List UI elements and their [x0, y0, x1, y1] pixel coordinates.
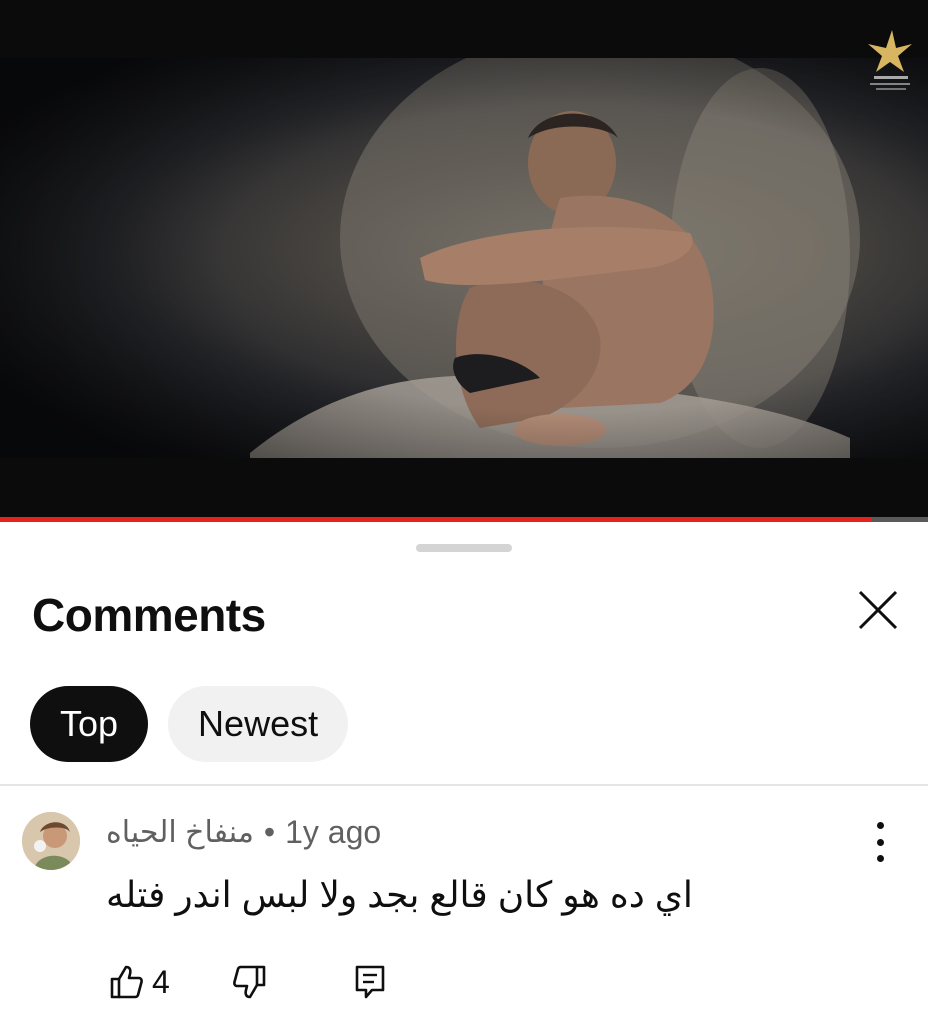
- comment-meta: منفاخ الحياه • 1y ago: [106, 814, 381, 851]
- thumbs-down-icon: [232, 965, 266, 999]
- reply-icon: [355, 965, 385, 999]
- comment-time: 1y ago: [285, 814, 382, 850]
- comments-title: Comments: [32, 589, 266, 641]
- channel-logo: [866, 26, 914, 98]
- more-vertical-icon[interactable]: [872, 822, 888, 862]
- avatar[interactable]: [22, 812, 80, 870]
- comment-actions: 4: [106, 962, 388, 1002]
- comment-text: اي ده هو كان قالع بجد ولا لبس اندر فتله: [106, 874, 693, 915]
- video-still: [0, 58, 928, 458]
- like-button[interactable]: 4: [106, 962, 170, 1002]
- close-icon: [858, 590, 898, 630]
- dislike-button[interactable]: [230, 962, 270, 1002]
- drag-handle[interactable]: [416, 544, 512, 552]
- meta-separator: •: [263, 814, 276, 850]
- chip-top[interactable]: Top: [30, 686, 149, 762]
- chip-newest[interactable]: Newest: [168, 686, 349, 762]
- reply-button[interactable]: [352, 962, 388, 1002]
- comment-author[interactable]: منفاخ الحياه: [106, 815, 254, 850]
- like-count: 4: [152, 963, 170, 1000]
- divider: [0, 784, 928, 786]
- comments-sheet: Comments Top Newest منفاخ الحياه • 1y ag…: [0, 522, 928, 1024]
- sort-chips: Top Newest: [30, 686, 349, 762]
- video-player[interactable]: [0, 0, 928, 522]
- thumbs-up-icon: [110, 965, 143, 999]
- close-button[interactable]: [854, 586, 902, 634]
- video-frame[interactable]: [0, 58, 928, 458]
